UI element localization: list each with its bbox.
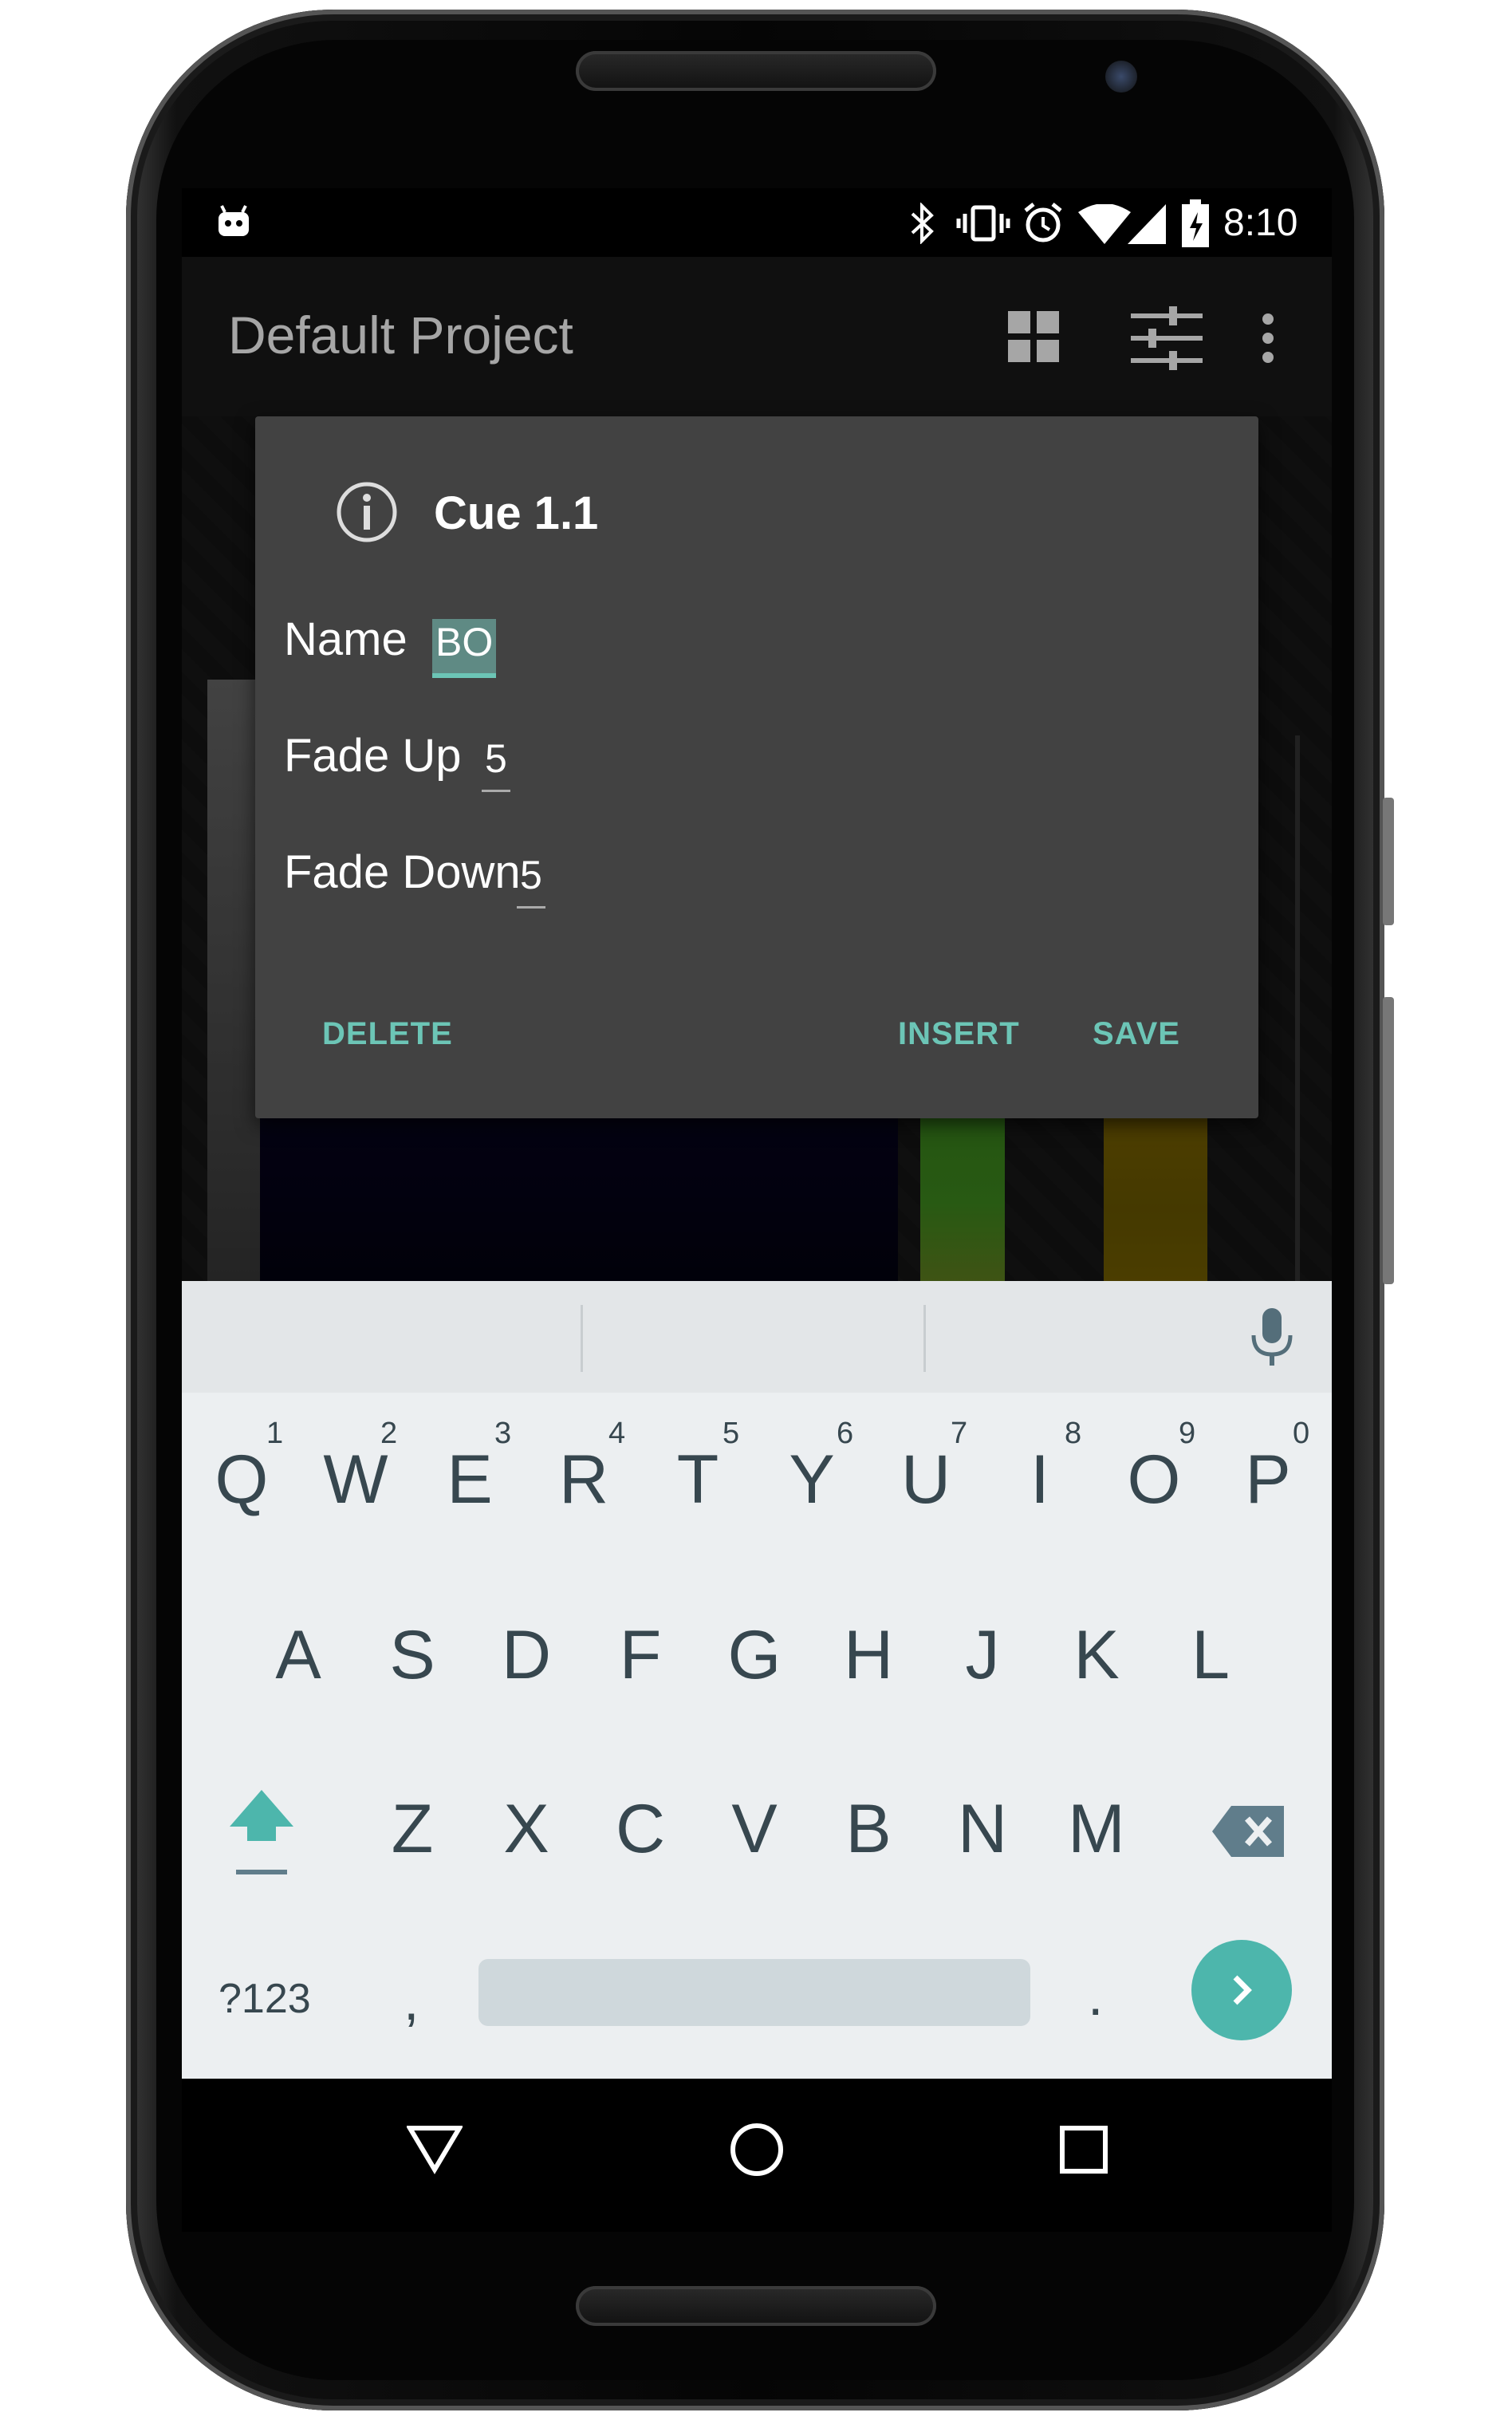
status-time: 8:10 bbox=[1223, 202, 1298, 244]
key-hint: 6 bbox=[837, 1417, 854, 1450]
bottom-speaker bbox=[576, 2286, 936, 2326]
key-n[interactable]: N bbox=[931, 1790, 1034, 1869]
android-icon bbox=[219, 205, 249, 236]
key-hint: 9 bbox=[1179, 1417, 1196, 1450]
symbols-key[interactable]: ?123 bbox=[219, 1975, 311, 2023]
backspace-icon[interactable] bbox=[1212, 1806, 1284, 1857]
key-f[interactable]: F bbox=[589, 1616, 692, 1695]
status-bar: 8:10 bbox=[182, 188, 1332, 257]
key-j[interactable]: J bbox=[931, 1616, 1034, 1695]
soft-keyboard: Q W E R T Y U I O P 1 2 3 4 5 6 7 8 9 0 … bbox=[182, 1281, 1332, 2079]
wifi-icon bbox=[1078, 204, 1131, 244]
key-l[interactable]: L bbox=[1159, 1616, 1262, 1695]
navigation-bar bbox=[182, 2079, 1332, 2232]
key-b[interactable]: B bbox=[817, 1790, 920, 1869]
key-i[interactable]: I bbox=[988, 1441, 1092, 1520]
microphone-icon[interactable] bbox=[1250, 1308, 1293, 1369]
key-m[interactable]: M bbox=[1045, 1790, 1148, 1869]
key-s[interactable]: S bbox=[360, 1616, 464, 1695]
signal-icon bbox=[1128, 204, 1166, 244]
key-u[interactable]: U bbox=[874, 1441, 978, 1520]
key-hint: 1 bbox=[266, 1417, 284, 1450]
delete-button[interactable]: DELETE bbox=[322, 1016, 453, 1052]
key-r[interactable]: R bbox=[532, 1441, 636, 1520]
back-icon[interactable] bbox=[407, 2123, 463, 2174]
power-button[interactable] bbox=[1383, 798, 1394, 925]
key-a[interactable]: A bbox=[246, 1616, 350, 1695]
key-hint: 4 bbox=[608, 1417, 626, 1450]
vibrate-icon bbox=[956, 205, 1010, 242]
key-o[interactable]: O bbox=[1102, 1441, 1206, 1520]
fade-down-label: Fade Down bbox=[284, 846, 521, 898]
fade-up-label: Fade Up bbox=[284, 730, 462, 782]
enter-button[interactable] bbox=[1191, 1940, 1292, 2040]
key-hint: 0 bbox=[1293, 1417, 1310, 1450]
home-icon[interactable] bbox=[729, 2122, 785, 2178]
screen: 8:10 Default Project Cue 1.1 Name BO Fad… bbox=[182, 188, 1332, 2232]
chevron-right-icon bbox=[1233, 1975, 1252, 2005]
front-camera bbox=[1105, 61, 1137, 93]
fade-down-field[interactable]: 5 bbox=[517, 852, 545, 909]
comma-key[interactable]: , bbox=[404, 1969, 419, 2032]
bluetooth-icon bbox=[911, 203, 934, 244]
suggestion-divider bbox=[581, 1305, 583, 1372]
key-hint: 8 bbox=[1065, 1417, 1082, 1450]
shift-icon[interactable] bbox=[226, 1787, 297, 1874]
key-hint: 7 bbox=[951, 1417, 968, 1450]
key-c[interactable]: C bbox=[589, 1790, 692, 1869]
space-bar[interactable] bbox=[478, 1959, 1030, 2026]
top-speaker bbox=[576, 51, 936, 91]
recents-icon[interactable] bbox=[1059, 2125, 1108, 2174]
key-e[interactable]: E bbox=[418, 1441, 522, 1520]
key-q[interactable]: Q bbox=[190, 1441, 293, 1520]
key-hint: 5 bbox=[723, 1417, 740, 1450]
dialog-title: Cue 1.1 bbox=[434, 487, 599, 539]
battery-icon bbox=[1182, 199, 1209, 247]
volume-rocker[interactable] bbox=[1383, 997, 1394, 1284]
name-label: Name bbox=[284, 613, 408, 665]
key-y[interactable]: Y bbox=[760, 1441, 864, 1520]
cue-dialog: Cue 1.1 Name BO Fade Up 5 Fade Down 5 DE… bbox=[255, 416, 1258, 1118]
key-d[interactable]: D bbox=[474, 1616, 578, 1695]
suggestion-divider bbox=[923, 1305, 926, 1372]
fade-up-field[interactable]: 5 bbox=[482, 735, 510, 792]
key-p[interactable]: P bbox=[1216, 1441, 1320, 1520]
key-hint: 2 bbox=[380, 1417, 398, 1450]
key-w[interactable]: W bbox=[304, 1441, 408, 1520]
insert-button[interactable]: INSERT bbox=[898, 1016, 1020, 1052]
suggestion-strip bbox=[182, 1281, 1332, 1393]
info-icon bbox=[337, 482, 397, 542]
save-button[interactable]: SAVE bbox=[1093, 1016, 1180, 1052]
key-z[interactable]: Z bbox=[360, 1790, 464, 1869]
key-hint: 3 bbox=[494, 1417, 512, 1450]
key-g[interactable]: G bbox=[703, 1616, 806, 1695]
period-key[interactable]: . bbox=[1088, 1964, 1103, 2028]
key-x[interactable]: X bbox=[474, 1790, 578, 1869]
key-h[interactable]: H bbox=[817, 1616, 920, 1695]
name-field[interactable]: BO bbox=[432, 619, 497, 678]
alarm-icon bbox=[1024, 203, 1062, 242]
key-k[interactable]: K bbox=[1045, 1616, 1148, 1695]
key-t[interactable]: T bbox=[646, 1441, 750, 1520]
key-v[interactable]: V bbox=[703, 1790, 806, 1869]
